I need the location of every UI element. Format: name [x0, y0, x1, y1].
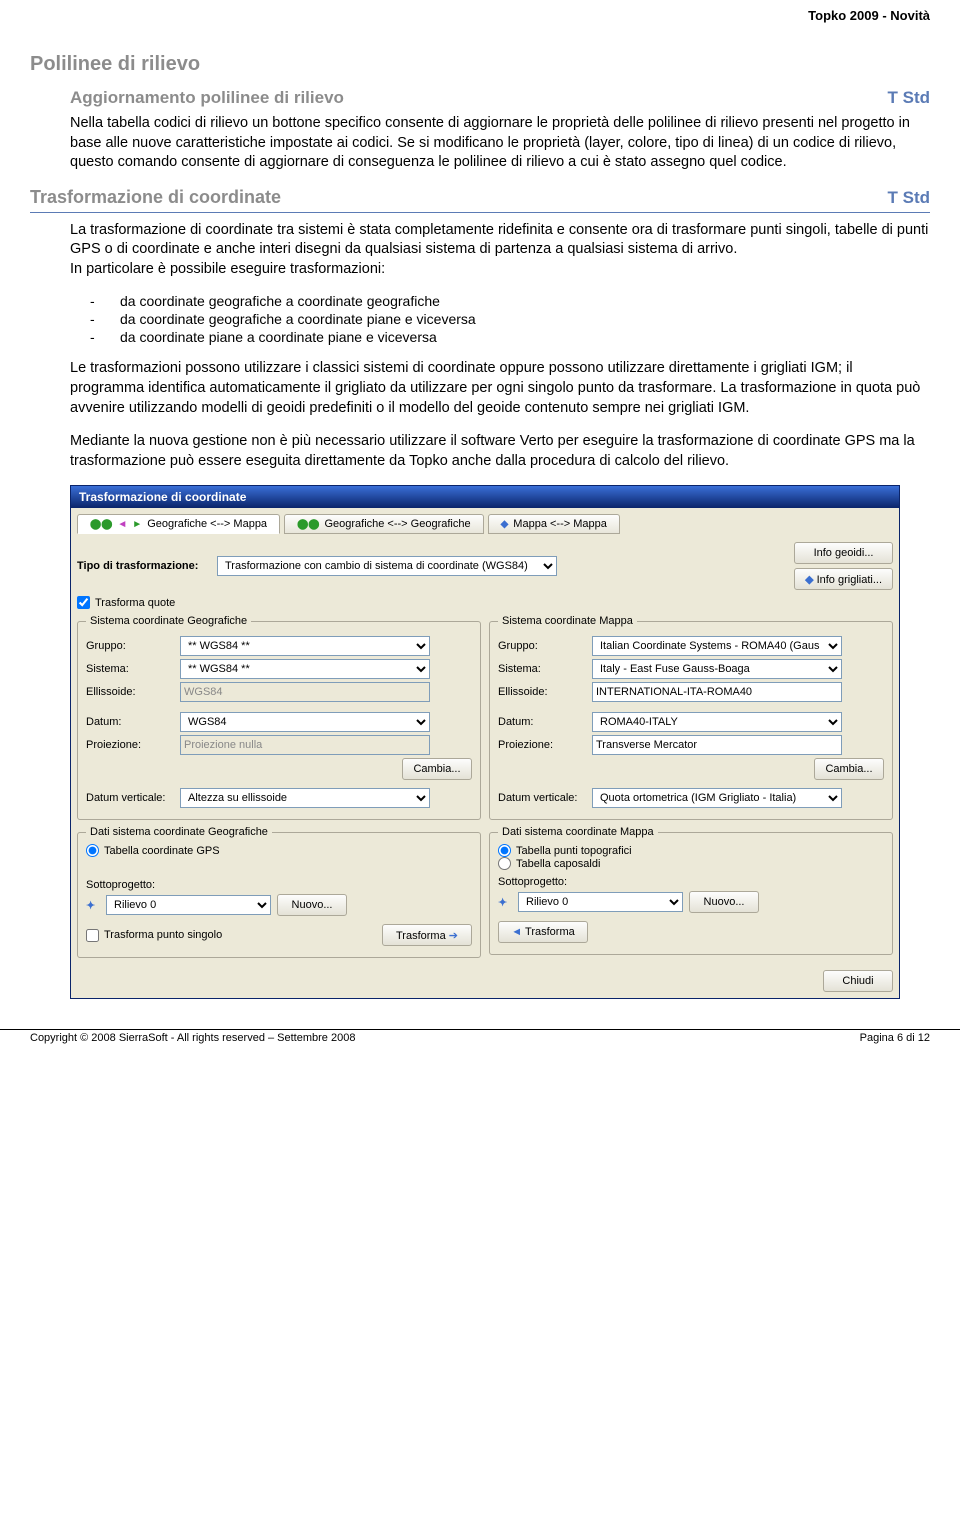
- cambia-geo-button[interactable]: Cambia...: [402, 758, 472, 780]
- legend-mappa: Sistema coordinate Mappa: [498, 615, 637, 627]
- sistema-geo-select[interactable]: ** WGS84 **: [180, 659, 430, 679]
- info-geoidi-button[interactable]: Info geoidi...: [794, 542, 893, 564]
- tipo-label: Tipo di trasformazione:: [77, 560, 217, 572]
- tab-geo-geo[interactable]: ⬤⬤ Geografiche <--> Geografiche: [284, 514, 484, 534]
- trasforma-right-button[interactable]: Trasforma ➔: [382, 924, 472, 946]
- gruppo-mappa-select[interactable]: Italian Coordinate Systems - ROMA40 (Gau…: [592, 636, 842, 656]
- heading-2-sec1: Aggiornamento polilinee di rilievo: [70, 88, 344, 108]
- legend-dati-mappa: Dati sistema coordinate Mappa: [498, 826, 658, 838]
- arrow-left-icon: ◄: [117, 519, 127, 530]
- cambia-mappa-button[interactable]: Cambia...: [814, 758, 884, 780]
- proiezione-geo-input: [180, 735, 430, 755]
- diamond-icon: ◆: [501, 519, 509, 530]
- chiudi-button[interactable]: Chiudi: [823, 970, 893, 992]
- fieldset-dati-geo: Dati sistema coordinate Geografiche Tabe…: [77, 826, 481, 958]
- legend-dati-geo: Dati sistema coordinate Geografiche: [86, 826, 272, 838]
- fieldset-dati-mappa: Dati sistema coordinate Mappa Tabella pu…: [489, 826, 893, 955]
- dialog-trasformazione: Trasformazione di coordinate ⬤⬤ ◄ ► Geog…: [70, 485, 900, 999]
- copyright: Copyright © 2008 SierraSoft - All rights…: [30, 1032, 355, 1044]
- body-sec2-p3: Mediante la nuova gestione non è più nec…: [30, 432, 930, 471]
- sistema-mappa-select[interactable]: Italy - East Fuse Gauss-Boaga: [592, 659, 842, 679]
- trasforma-quote-checkbox[interactable]: Trasforma quote: [77, 596, 893, 609]
- tipo-select[interactable]: Trasformazione con cambio di sistema di …: [217, 556, 557, 576]
- radio-tabella-caposaldi[interactable]: Tabella caposaldi: [498, 857, 884, 870]
- datumv-geo-select[interactable]: Altezza su ellissoide: [180, 788, 430, 808]
- nuovo-mappa-button[interactable]: Nuovo...: [689, 891, 759, 913]
- divider: [30, 212, 930, 213]
- header-right: Topko 2009 - Novità: [30, 0, 930, 53]
- arrow-right-icon: ➔: [449, 930, 458, 942]
- fieldset-mappa: Sistema coordinate Mappa Gruppo: Italian…: [489, 615, 893, 820]
- gruppo-geo-select[interactable]: ** WGS84 **: [180, 636, 430, 656]
- sottoprogetto-mappa-select[interactable]: Rilievo 0: [518, 892, 683, 912]
- datumv-mappa-select[interactable]: Quota ortometrica (IGM Grigliato - Itali…: [592, 788, 842, 808]
- fieldset-geo: Sistema coordinate Geografiche Gruppo: *…: [77, 615, 481, 820]
- world-icon: ⬤⬤: [90, 519, 112, 530]
- tag-sec1: T Std: [888, 88, 931, 108]
- diamond-icon: ◆: [805, 574, 817, 586]
- trasforma-singolo-checkbox[interactable]: Trasforma punto singolo: [86, 929, 222, 942]
- sottoprogetto-geo-select[interactable]: Rilievo 0: [106, 895, 271, 915]
- datum-mappa-select[interactable]: ROMA40-ITALY: [592, 712, 842, 732]
- page-number: Pagina 6 di 12: [860, 1032, 930, 1044]
- heading-1: Polilinee di rilievo: [30, 53, 930, 76]
- target-icon: ✦: [86, 899, 100, 912]
- ellissoide-mappa-input: [592, 682, 842, 702]
- body-sec2-p1: La trasformazione di coordinate tra sist…: [30, 221, 930, 280]
- radio-tabella-topo[interactable]: Tabella punti topografici: [498, 844, 884, 857]
- tag-sec2: T Std: [888, 188, 931, 208]
- radio-tabella-gps[interactable]: Tabella coordinate GPS: [86, 844, 472, 857]
- arrow-left-icon: ◄: [511, 926, 522, 938]
- tab-geo-mappa[interactable]: ⬤⬤ ◄ ► Geografiche <--> Mappa: [77, 514, 280, 534]
- footer-divider: [0, 1029, 960, 1030]
- body-sec2-p2: Le trasformazioni possono utilizzare i c…: [30, 359, 930, 418]
- body-sec1: Nella tabella codici di rilievo un botto…: [30, 114, 930, 173]
- bullet-list: -da coordinate geografiche a coordinate …: [30, 293, 930, 345]
- datum-geo-select[interactable]: WGS84: [180, 712, 430, 732]
- world-icon: ⬤⬤: [297, 519, 319, 530]
- tab-mappa-mappa[interactable]: ◆ Mappa <--> Mappa: [488, 514, 620, 534]
- trasforma-left-button[interactable]: ◄ Trasforma: [498, 921, 588, 943]
- info-grigliati-button[interactable]: ◆ Info grigliati...: [794, 568, 893, 590]
- proiezione-mappa-input: [592, 735, 842, 755]
- heading-2-sec2: Trasformazione di coordinate: [30, 187, 281, 208]
- nuovo-geo-button[interactable]: Nuovo...: [277, 894, 347, 916]
- legend-geo: Sistema coordinate Geografiche: [86, 615, 251, 627]
- arrow-right-icon: ►: [132, 519, 142, 530]
- ellissoide-geo-input: [180, 682, 430, 702]
- target-icon: ✦: [498, 896, 512, 909]
- dialog-titlebar[interactable]: Trasformazione di coordinate: [71, 486, 899, 508]
